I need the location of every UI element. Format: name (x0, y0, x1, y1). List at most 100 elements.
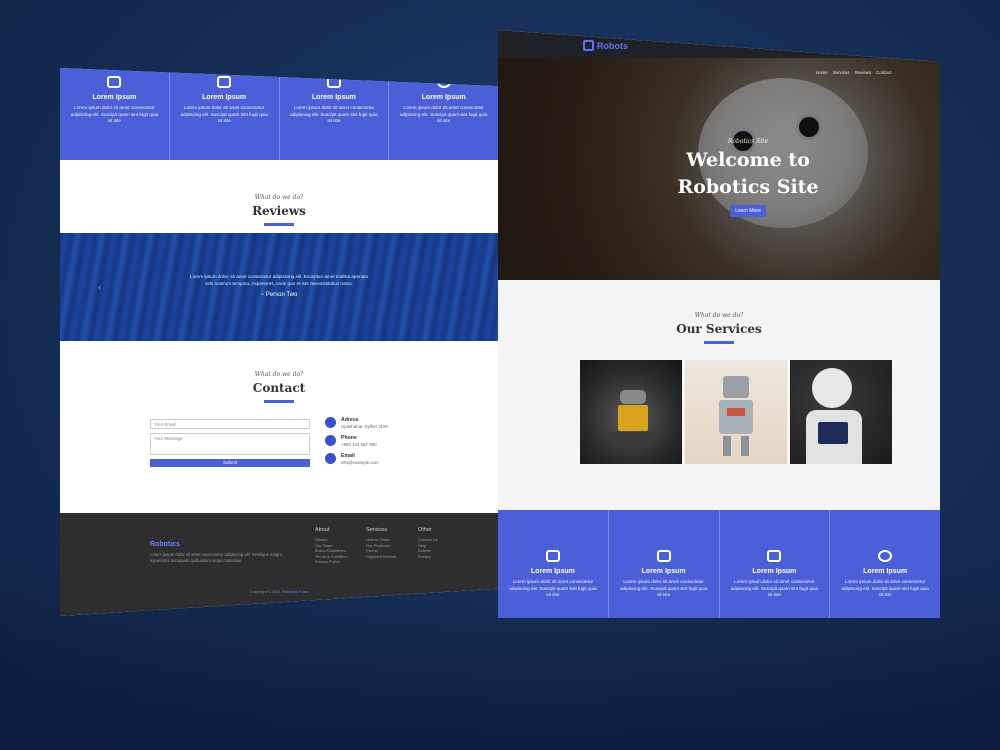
testimonial-author: ~ Person Two (260, 292, 298, 298)
contact-value: Upashahar, Sylhet 3100 (341, 424, 388, 429)
nav-item-services[interactable]: Services (833, 70, 850, 75)
prev-arrow-icon[interactable]: ‹ (98, 282, 101, 292)
message-field[interactable]: Your Message (150, 433, 310, 455)
email-field[interactable]: Your Email (150, 419, 310, 429)
footer-link[interactable]: Payment Method (366, 554, 411, 560)
feature-card: Lorem Ipsum Lorem ipsum dolor sit amet c… (389, 68, 498, 160)
chip-icon (326, 76, 341, 88)
right-page-mockup: Robots Home Services Reviews Contact Rob… (498, 30, 940, 618)
feature-title: Lorem Ipsum (92, 94, 137, 101)
feature-card: Lorem Ipsum Lorem ipsum dolor sit amet c… (170, 68, 280, 160)
footer-link[interactable]: Privacy Policy (315, 559, 360, 565)
footer-heading: About (315, 527, 330, 533)
nav-item-contact[interactable]: Contact (876, 70, 891, 75)
section-title: Our Services (676, 322, 762, 336)
feature-title: Lorem Ipsum (202, 94, 247, 101)
chat-icon (878, 550, 893, 562)
services-section: What do we do? Our Services (498, 280, 940, 510)
feature-card: Lorem Ipsum Lorem ipsum dolor sit amet c… (280, 68, 390, 160)
testimonial-slider: ‹ Lorem ipsum dolor, sit amet consectetu… (60, 233, 498, 341)
feature-card: Lorem Ipsum Lorem ipsum dolor sit amet c… (60, 68, 170, 160)
phone-icon (325, 435, 336, 446)
feature-title: Lorem Ipsum (863, 568, 908, 575)
feature-title: Lorem Ipsum (530, 568, 575, 575)
envelope-icon (325, 453, 336, 464)
service-gallery (580, 360, 892, 464)
section-title: Contact (252, 381, 306, 395)
footer-column-about: About History Our Team Brand Guidelines … (315, 527, 360, 565)
nav-item-reviews[interactable]: Reviews (855, 70, 872, 75)
copyright-text: Copyright © 2021 (249, 589, 281, 594)
reviews-section: What do we do? Reviews (60, 160, 498, 233)
section-title: Reviews (252, 204, 306, 218)
feature-desc: Lorem ipsum dolor sit amet consectetur a… (509, 579, 597, 597)
footer-column-other: Other Contact Us Help Submit Privacy (418, 527, 463, 559)
feature-desc: Lorem ipsum dolor sit amet consectetur a… (730, 579, 819, 597)
service-image-walle-robot (580, 360, 682, 464)
hero-subtitle: Robotics Site (727, 138, 769, 145)
section-subtitle: What do we do? (254, 371, 304, 378)
feature-desc: Lorem ipsum dolor sit amet consectetur a… (841, 579, 929, 597)
hero-title-line1: Welcome to (686, 149, 810, 171)
footer-brand: Robotics Lorem ipsum dolor sit amet cons… (150, 541, 300, 564)
testimonial-quote: Lorem ipsum dolor, sit amet consectetur … (190, 274, 368, 286)
chip-icon (767, 550, 782, 562)
contact-value: info@example.com (341, 460, 379, 465)
feature-title: Lorem Ipsum (421, 94, 466, 101)
feature-desc: Lorem ipsum dolor sit amet consectetur a… (180, 105, 268, 123)
laptop-icon (217, 76, 232, 88)
hero-content: Robotics Site Welcome to Robotics Site L… (648, 138, 848, 217)
footer-brand-name: Robotics (150, 541, 180, 548)
contact-label: Email (341, 453, 355, 459)
hero-title-line2: Robotics Site (677, 176, 819, 198)
feature-title: Lorem Ipsum (311, 94, 356, 101)
section-subtitle: What do we do? (694, 312, 744, 319)
hero-banner: Robotics Site Welcome to Robotics Site L… (498, 58, 940, 280)
left-page-mockup: Lorem Ipsum Lorem ipsum dolor sit amet c… (60, 68, 498, 616)
title-underline (264, 223, 294, 226)
contact-value: +880 124 567 890 (341, 442, 377, 447)
service-image-pepper-robot (790, 360, 892, 464)
contact-item: Phone +880 124 567 890 (325, 435, 445, 447)
robot-icon (107, 76, 122, 88)
feature-title: Lorem Ipsum (641, 568, 686, 575)
copyright-link[interactable]: Robotics Team (282, 589, 308, 594)
footer-heading: Other (418, 527, 432, 533)
nav-menu: Home Services Reviews Contact (816, 70, 891, 75)
contact-section: What do we do? Contact Your Email Your M… (60, 341, 498, 513)
laptop-icon (656, 550, 671, 562)
contact-item: Adress Upashahar, Sylhet 3100 (325, 417, 445, 429)
top-navbar: Robots (498, 30, 940, 58)
learn-more-button[interactable]: Learn More (730, 205, 766, 217)
robot-icon (545, 550, 560, 562)
site-logo[interactable]: Robots (583, 40, 628, 51)
contact-form: Your Email Your Message Submit (150, 419, 310, 467)
submit-button[interactable]: Submit (150, 459, 310, 467)
contact-label: Phone (341, 435, 357, 441)
feature-title: Lorem Ipsum (752, 568, 797, 575)
robot-logo-icon (583, 40, 594, 51)
title-underline (704, 341, 734, 344)
feature-desc: Lorem ipsum dolor sit amet consectetur a… (619, 579, 708, 597)
service-image-tin-robot (685, 360, 787, 464)
contact-item: Email info@example.com (325, 453, 445, 465)
footer-link[interactable]: Privacy (418, 554, 463, 560)
contact-label: Adress (341, 417, 359, 423)
feature-desc: Lorem ipsum dolor sit amet consectetur a… (290, 105, 378, 123)
location-pin-icon (325, 417, 336, 428)
feature-card: Lorem Ipsum Lorem ipsum dolor sit amet c… (720, 510, 831, 618)
section-subtitle: What do we do? (254, 194, 304, 201)
title-underline (264, 400, 294, 403)
feature-card: Lorem Ipsum Lorem ipsum dolor sit amet c… (830, 510, 940, 618)
feature-card: Lorem Ipsum Lorem ipsum dolor sit amet c… (609, 510, 720, 618)
logo-text: Robots (597, 40, 628, 51)
chat-icon (436, 76, 451, 88)
nav-item-home[interactable]: Home (816, 70, 828, 75)
features-band: Lorem Ipsum Lorem ipsum dolor sit amet c… (60, 68, 498, 160)
footer-brand-text: Lorem ipsum dolor sit amet consectetur a… (150, 552, 282, 563)
feature-card: Lorem Ipsum Lorem ipsum dolor sit amet c… (498, 510, 609, 618)
feature-desc: Lorem ipsum dolor sit amet consectetur a… (70, 105, 159, 123)
contact-info: Adress Upashahar, Sylhet 3100 Phone +880… (325, 417, 445, 471)
features-band: Lorem Ipsum Lorem ipsum dolor sit amet c… (498, 510, 940, 618)
footer-heading: Services (366, 527, 388, 533)
